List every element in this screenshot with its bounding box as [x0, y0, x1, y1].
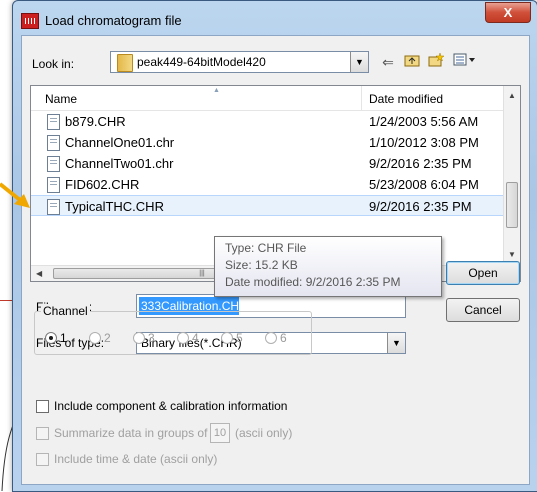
file-icon: [47, 156, 60, 172]
channel-label: Channel: [41, 304, 90, 318]
scroll-down-icon[interactable]: ▼: [508, 250, 516, 259]
new-folder-icon[interactable]: [426, 52, 446, 72]
scroll-up-icon[interactable]: ▲: [508, 91, 516, 100]
radio-selected[interactable]: [45, 332, 57, 344]
radio-label: 1: [60, 331, 67, 345]
pointer-arrow-icon: [0, 182, 30, 208]
summarize-prefix: Summarize data in groups of: [54, 426, 208, 440]
group-size-input[interactable]: 10: [210, 423, 230, 443]
close-button[interactable]: X: [485, 2, 531, 23]
window-title: Load chromatogram file: [45, 13, 182, 28]
channel-group: Channel 1 2 3 4 5 6: [34, 304, 312, 355]
file-icon: [47, 177, 60, 193]
file-date: 9/2/2016 2:35 PM: [369, 199, 472, 214]
open-button[interactable]: Open: [446, 261, 520, 285]
file-name: ChannelOne01.chr: [65, 135, 175, 150]
summarize-suffix: (ascii only): [235, 426, 293, 440]
app-icon: [21, 13, 39, 29]
column-date-header[interactable]: Date modified: [369, 92, 443, 106]
file-date: 5/23/2008 6:04 PM: [369, 177, 479, 192]
file-icon: [47, 135, 60, 151]
radio-label: 4: [192, 331, 199, 345]
file-row[interactable]: ChannelOne01.chr 1/10/2012 3:08 PM: [31, 132, 503, 153]
look-in-value: peak449-64bitModel420: [137, 55, 266, 69]
radio-unselected[interactable]: [177, 332, 189, 344]
vertical-scrollbar[interactable]: ▲ ▼: [503, 86, 520, 265]
folder-icon: [117, 54, 133, 72]
file-row[interactable]: b879.CHR 1/24/2003 5:56 AM: [31, 111, 503, 132]
vertical-scroll-thumb[interactable]: [506, 182, 518, 228]
file-tooltip: Type: CHR File Size: 15.2 KB Date modifi…: [214, 236, 442, 297]
checkbox-label: Include time & date (ascii only): [54, 452, 218, 466]
column-separator[interactable]: [361, 86, 362, 110]
scroll-left-icon[interactable]: ◀: [36, 269, 42, 278]
look-in-select[interactable]: peak449-64bitModel420 ▼: [110, 51, 369, 73]
back-arrow-icon[interactable]: ⇐: [378, 52, 398, 72]
up-folder-icon[interactable]: [402, 52, 422, 72]
file-icon: [47, 114, 60, 130]
chevron-down-icon[interactable]: ▼: [387, 333, 405, 353]
sort-up-icon: ▲: [213, 87, 220, 94]
radio-label: 5: [236, 331, 243, 345]
column-name-header[interactable]: Name: [45, 92, 77, 106]
file-name: TypicalTHC.CHR: [65, 199, 164, 214]
file-date: 1/10/2012 3:08 PM: [369, 135, 479, 150]
look-in-label: Look in:: [32, 57, 75, 71]
column-header: Name ▲ Date modified: [31, 86, 503, 111]
radio-unselected[interactable]: [221, 332, 233, 344]
radio-unselected[interactable]: [133, 332, 145, 344]
radio-label: 3: [148, 331, 155, 345]
tooltip-modified: Date modified: 9/2/2016 2:35 PM: [225, 275, 401, 289]
file-name: ChannelTwo01.chr: [65, 156, 174, 171]
tooltip-type: Type: CHR File: [225, 241, 307, 255]
checkbox-label: Summarize data in groups of: [54, 426, 207, 440]
file-row-hovered[interactable]: TypicalTHC.CHR 9/2/2016 2:35 PM: [31, 195, 503, 216]
radio-label: 2: [104, 331, 111, 345]
file-date: 9/2/2016 2:35 PM: [369, 156, 472, 171]
checkbox-box[interactable]: [36, 427, 49, 440]
title-bar[interactable]: Load chromatogram file X: [13, 1, 537, 35]
checkbox-box[interactable]: [36, 453, 49, 466]
file-name: FID602.CHR: [65, 177, 140, 192]
file-name: b879.CHR: [65, 114, 126, 129]
radio-label: 6: [280, 331, 287, 345]
file-date: 1/24/2003 5:56 AM: [369, 114, 479, 129]
radio-unselected[interactable]: [265, 332, 277, 344]
file-row[interactable]: FID602.CHR 5/23/2008 6:04 PM: [31, 174, 503, 195]
tooltip-size: Size: 15.2 KB: [225, 258, 298, 272]
cancel-button[interactable]: Cancel: [446, 298, 520, 322]
chevron-down-icon[interactable]: ▼: [350, 52, 368, 72]
checkbox-box[interactable]: [36, 400, 49, 413]
file-row[interactable]: ChannelTwo01.chr 9/2/2016 2:35 PM: [31, 153, 503, 174]
file-icon: [47, 199, 60, 215]
radio-unselected[interactable]: [89, 332, 101, 344]
view-menu-icon[interactable]: [450, 52, 480, 72]
checkbox-label: Include component & calibration informat…: [54, 399, 288, 413]
